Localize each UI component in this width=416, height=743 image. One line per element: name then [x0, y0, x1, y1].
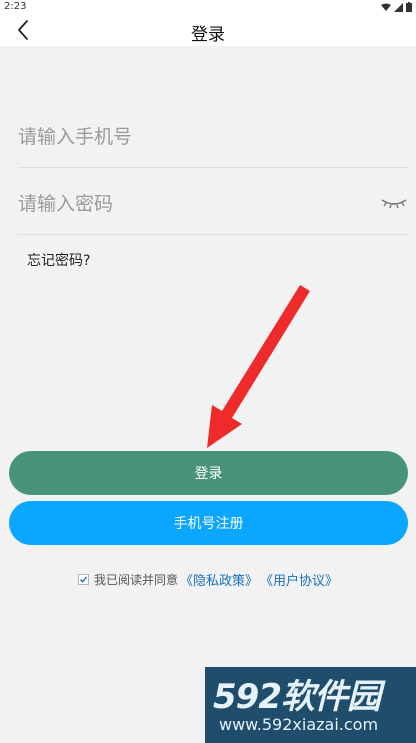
- status-bar: 2:23: [0, 0, 416, 14]
- forgot-password-link[interactable]: 忘记密码?: [27, 250, 90, 270]
- phone-input[interactable]: [18, 107, 358, 167]
- agreement-checkbox[interactable]: [78, 574, 89, 585]
- agreement-row: 我已阅读并同意 《隐私政策》 《用户协议》: [0, 570, 416, 589]
- login-button[interactable]: 登录: [9, 451, 408, 495]
- page-title: 登录: [191, 25, 225, 45]
- battery-icon: [406, 2, 412, 12]
- signal-icon: [394, 2, 403, 12]
- status-icons: [381, 2, 412, 12]
- password-input[interactable]: [18, 174, 358, 234]
- password-field: [18, 174, 408, 235]
- user-agreement-link[interactable]: 《用户协议》: [260, 570, 338, 589]
- phone-field: [18, 107, 408, 168]
- watermark-logo: 592软件园: [213, 677, 381, 717]
- privacy-policy-link[interactable]: 《隐私政策》: [180, 570, 258, 589]
- checkmark-icon: [78, 574, 89, 585]
- agreement-text: 我已阅读并同意: [93, 573, 178, 587]
- watermark: 592软件园 www.592xiazai.com: [205, 667, 416, 743]
- eye-closed-icon[interactable]: [380, 192, 408, 212]
- phone-register-button[interactable]: 手机号注册: [9, 501, 408, 545]
- nav-bar: 登录: [0, 14, 416, 46]
- wifi-icon: [381, 3, 391, 11]
- watermark-url: www.592xiazai.com: [219, 715, 379, 734]
- status-time: 2:23: [4, 1, 27, 12]
